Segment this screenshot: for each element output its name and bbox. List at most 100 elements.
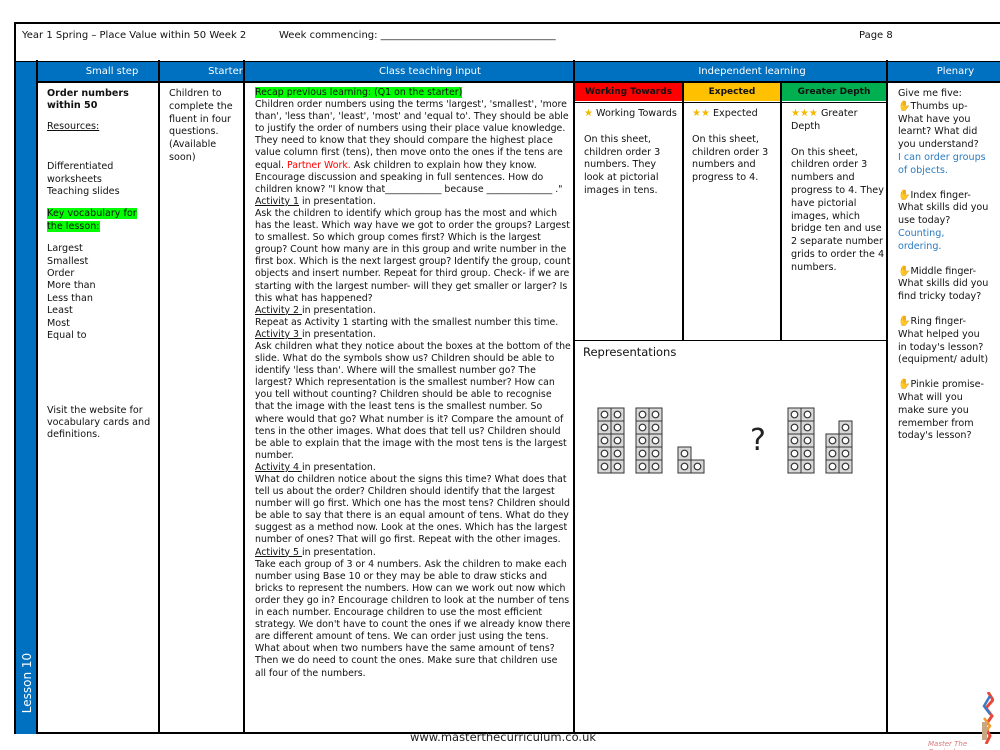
level-title: Expected xyxy=(713,108,758,119)
unit-cube xyxy=(677,459,692,474)
activity-5: Activity 5 in presentation. Take each gr… xyxy=(255,547,571,680)
activity-label: Activity 5 xyxy=(255,546,302,558)
plenary-content: Give me five: ✋Thumbs up- What have you … xyxy=(898,88,990,443)
plenary-item: ✋Index finger- What skills did you use t… xyxy=(898,190,990,254)
divider xyxy=(573,60,575,734)
unit-cube xyxy=(825,459,840,474)
star-icon: ★★★ xyxy=(791,108,818,119)
unit-cube xyxy=(648,446,663,461)
unit-cube xyxy=(838,459,853,474)
divider xyxy=(36,60,38,734)
col-class-teaching: Class teaching input xyxy=(379,66,481,77)
divider xyxy=(574,340,886,341)
vocab-item: Order xyxy=(47,268,75,280)
question-mark: ? xyxy=(750,423,766,458)
plenary-question: What helped you in today's lesson? (equi… xyxy=(898,328,989,366)
unit-cube xyxy=(800,407,815,422)
plenary-item: ✋Ring finger- What helped you in today's… xyxy=(898,316,990,367)
unit-cube xyxy=(825,433,840,448)
resource-item: Differentiated xyxy=(47,161,114,173)
plenary-lead: Ring finger- xyxy=(910,315,966,327)
unit-cube xyxy=(610,459,625,474)
activity-text: Repeat as Activity 1 starting with the s… xyxy=(255,316,559,328)
plenary-answer: I can order groups of objects. xyxy=(898,151,986,176)
representations-title: Representations xyxy=(583,345,677,359)
unit-cube xyxy=(800,420,815,435)
plenary-lead: Index finger- xyxy=(910,189,971,201)
plenary-item: ✋Thumbs up- What have you learnt? What d… xyxy=(898,101,990,178)
unit-cube xyxy=(635,420,650,435)
unit-cube xyxy=(635,459,650,474)
activity-label: Activity 4 xyxy=(255,461,302,473)
vocab-item: Equal to xyxy=(47,330,87,342)
activity-label: Activity 2 xyxy=(255,304,302,316)
unit-cube xyxy=(787,459,802,474)
unit-cube xyxy=(787,446,802,461)
activity-text: What do children notice about the signs … xyxy=(255,474,570,546)
unit-cube xyxy=(597,433,612,448)
starter-content: Children to complete the fluent in four … xyxy=(169,88,233,163)
level-header-expected: Expected xyxy=(684,83,780,101)
footer-url[interactable]: www.masterthecurriculum.co.uk xyxy=(410,730,596,744)
unit-cube xyxy=(800,446,815,461)
small-step-title: Order numbers within 50 xyxy=(47,88,129,112)
unit-cube xyxy=(787,433,802,448)
plenary-lead: Thumbs up- xyxy=(910,100,968,112)
unit-cube xyxy=(648,420,663,435)
resource-item: worksheets xyxy=(47,173,102,185)
col-plenary: Plenary xyxy=(936,66,975,77)
teaching-content: Recap previous learning: (Q1 on the star… xyxy=(255,87,571,680)
col-small-step: Small step xyxy=(85,66,139,77)
activity-2: Activity 2 in presentation. Repeat as Ac… xyxy=(255,305,571,329)
vocab-note: Visit the website for vocabulary cards a… xyxy=(47,404,151,441)
plenary-question: What have you learnt? What did you under… xyxy=(898,113,979,151)
activity-label: Activity 1 xyxy=(255,195,300,207)
vocab-item: More than xyxy=(47,280,96,292)
unit-cube xyxy=(800,459,815,474)
vocab-item: Most xyxy=(47,317,70,329)
small-step-content: Order numbers within 50 Resources: Diffe… xyxy=(47,88,155,442)
plenary-intro: Give me five: xyxy=(898,88,962,99)
pencil-logo-icon xyxy=(982,692,994,744)
unit-cube xyxy=(635,407,650,422)
divider xyxy=(682,82,684,340)
activity-text: Ask children what they notice about the … xyxy=(255,340,571,461)
vocab-label: Key vocabulary for the lesson: xyxy=(47,208,137,232)
level-expected: ★★ Expected On this sheet, children orde… xyxy=(692,108,780,185)
divider xyxy=(158,60,160,734)
star-icon: ★ xyxy=(584,108,593,119)
partner-work-label: Partner Work. xyxy=(286,159,351,171)
vocab-item: Less than xyxy=(47,292,93,304)
resource-item: Teaching slides xyxy=(47,186,120,198)
hand-icon: ✋ xyxy=(898,265,911,277)
hand-icon: ✋ xyxy=(898,315,911,327)
hand-icon: ✋ xyxy=(898,189,911,201)
vocab-item: Smallest xyxy=(47,255,89,267)
level-text: On this sheet, children order 3 numbers … xyxy=(692,133,769,184)
unit-cube xyxy=(610,407,625,422)
top-header: Year 1 Spring – Place Value within 50 We… xyxy=(16,24,1000,62)
plenary-question: What will you make sure you remember fro… xyxy=(898,391,974,442)
lesson-strip: Lesson 10 xyxy=(16,62,38,734)
hand-icon: ✋ xyxy=(898,100,911,112)
plenary-answer: Counting, ordering. xyxy=(898,227,945,252)
unit-cube xyxy=(597,420,612,435)
plenary-lead: Middle finger- xyxy=(910,265,977,277)
activity-suffix: in presentation. xyxy=(302,328,376,340)
unit-cube xyxy=(838,420,853,435)
unit-cube xyxy=(787,420,802,435)
hand-icon: ✋ xyxy=(898,379,911,391)
unit-cube xyxy=(787,407,802,422)
unit-cube xyxy=(648,433,663,448)
level-title: Working Towards xyxy=(596,108,677,119)
vocab-item: Least xyxy=(47,305,73,317)
unit-cube xyxy=(838,433,853,448)
resources-label: Resources: xyxy=(47,120,100,132)
unit-cube xyxy=(610,433,625,448)
divider xyxy=(780,82,782,340)
unit-cube xyxy=(597,459,612,474)
lesson-label: Lesson 10 xyxy=(20,652,34,714)
activity-3: Activity 3 in presentation. Ask children… xyxy=(255,329,571,462)
col-independent: Independent learning xyxy=(698,66,806,77)
activity-label: Activity 3 xyxy=(255,328,302,340)
